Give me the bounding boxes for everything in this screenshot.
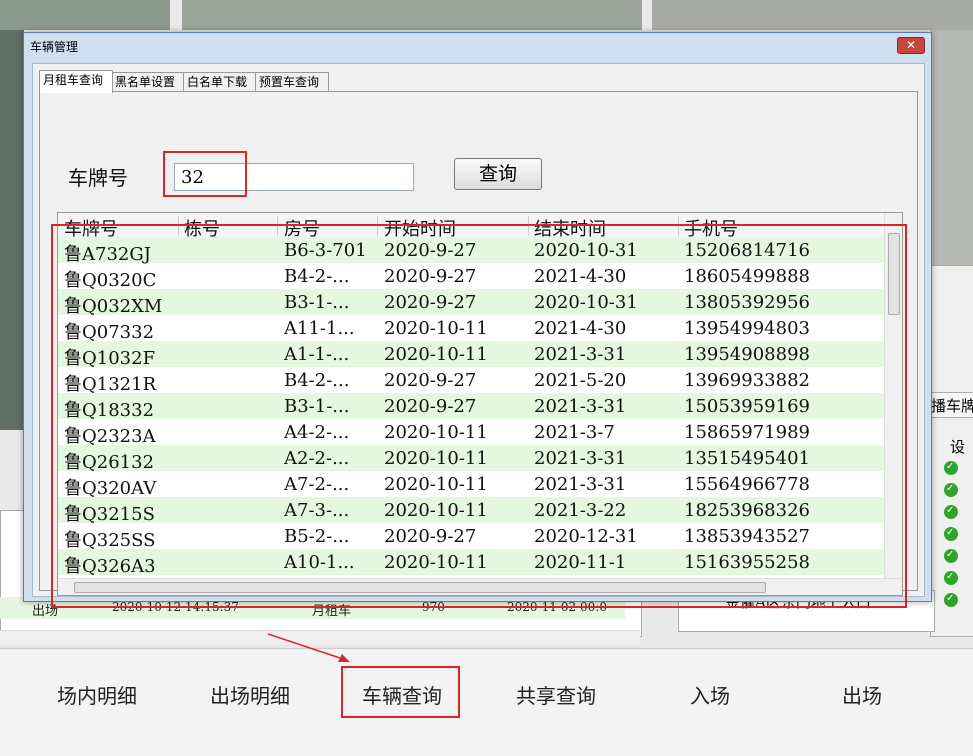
tab-blacklist[interactable]: 黑名单设置 [111, 72, 185, 92]
vehicle-management-dialog: 车辆管理 ✕ 月租车查询 黑名单设置 白名单下载 预置车查询 车牌号 32 查询… [23, 32, 932, 608]
dialog-client: 月租车查询 黑名单设置 白名单下载 预置车查询 车牌号 32 查询 车牌号 栋号… [32, 63, 925, 608]
query-button[interactable]: 查询 [454, 158, 542, 190]
tab-panel: 车牌号 32 查询 车牌号 栋号 房号 开始时间 结束时间 手机号 鲁A732G… [39, 91, 918, 608]
plate-label: 车牌号 [68, 166, 128, 190]
dialog-title: 车辆管理 [30, 40, 79, 54]
status-ok-icon [944, 593, 958, 607]
status-ok-icon [944, 461, 958, 475]
tab-monthly-query[interactable]: 月租车查询 [39, 70, 113, 93]
right-column-header: 设 [950, 438, 966, 456]
nav-in-yard-details[interactable]: 场内明细 [27, 680, 167, 710]
status-ok-icon [944, 483, 958, 497]
nav-shared-query[interactable]: 共享查询 [486, 680, 626, 710]
dialog-titlebar[interactable]: 车辆管理 ✕ [24, 33, 931, 57]
tab-preset-query[interactable]: 预置车查询 [255, 72, 329, 92]
camera-view-top-left [0, 0, 170, 30]
nav-entry[interactable]: 入场 [640, 680, 780, 710]
status-ok-icon [944, 527, 958, 541]
camera-view-top-middle [182, 0, 642, 30]
right-tab-label[interactable]: 播车牌 [931, 395, 973, 416]
close-button[interactable]: ✕ [897, 37, 925, 54]
camera-view-right [930, 30, 973, 265]
camera-view-top-right [652, 0, 973, 30]
tab-whitelist-download[interactable]: 白名单下载 [183, 72, 257, 92]
highlight-vehicle-query-box [341, 666, 460, 718]
annotation-arrow-icon [267, 633, 350, 662]
camera-view-left [0, 30, 24, 430]
right-tab-strip: 播车牌 [928, 392, 973, 418]
highlight-table-box [51, 224, 907, 608]
nav-exit[interactable]: 出场 [792, 680, 932, 710]
status-ok-icon [944, 549, 958, 563]
status-ok-icon [944, 571, 958, 585]
status-ok-icon [944, 505, 958, 519]
nav-exit-details[interactable]: 出场明细 [180, 680, 320, 710]
highlight-plate-input-box [163, 151, 247, 197]
